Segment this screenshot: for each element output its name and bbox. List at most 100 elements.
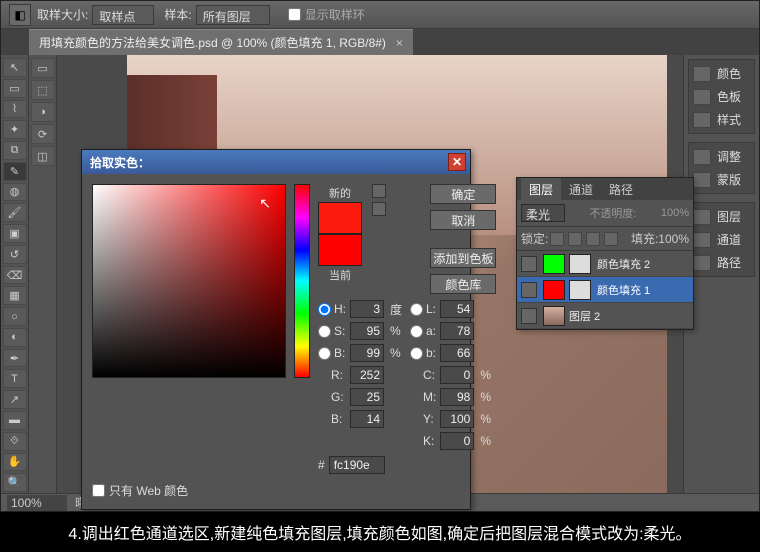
dodge-tool[interactable]: ◐ — [3, 328, 27, 347]
show-ring-checkbox[interactable]: 显示取样环 — [288, 6, 365, 23]
layer-mask-thumb[interactable] — [569, 254, 591, 274]
marquee-tool[interactable]: ▭ — [3, 79, 27, 98]
layer-name: 颜色填充 2 — [597, 256, 650, 272]
y-input[interactable] — [440, 410, 474, 428]
palette-icon — [693, 66, 711, 82]
layer-row[interactable]: 图层 2 — [517, 303, 693, 329]
layer-thumb[interactable] — [543, 254, 565, 274]
color-field[interactable]: ↖ — [92, 184, 286, 378]
s-input[interactable] — [350, 322, 384, 340]
stamp-tool[interactable]: ▣ — [3, 224, 27, 243]
shape-tool[interactable]: ▬ — [3, 411, 27, 430]
close-icon[interactable]: × — [396, 36, 403, 50]
h-input[interactable] — [350, 300, 384, 318]
tool-b2[interactable]: ⬚ — [31, 80, 55, 100]
bb-input[interactable] — [350, 410, 384, 428]
add-swatch-button[interactable]: 添加到色板 — [430, 248, 496, 268]
b2-radio[interactable]: b: — [410, 346, 436, 360]
panel-masks[interactable]: 蒙版 — [691, 168, 752, 191]
k-input[interactable] — [440, 432, 474, 450]
document-tab[interactable]: 用填充颜色的方法给美女调色.psd @ 100% (颜色填充 1, RGB/8#… — [29, 29, 413, 55]
visibility-icon[interactable] — [521, 282, 537, 298]
close-button[interactable]: ✕ — [448, 153, 466, 171]
cancel-button[interactable]: 取消 — [430, 210, 496, 230]
sample-size-select[interactable]: 取样点 — [92, 5, 154, 25]
ok-button[interactable]: 确定 — [430, 184, 496, 204]
path-tool[interactable]: ↗ — [3, 390, 27, 409]
lasso-tool[interactable]: ⌇ — [3, 100, 27, 119]
panel-color[interactable]: 颜色 — [691, 62, 752, 85]
gamut-warning-icon[interactable] — [372, 184, 386, 198]
lock-trans-icon[interactable] — [550, 232, 564, 246]
l-radio[interactable]: L: — [410, 302, 436, 316]
lock-all-icon[interactable] — [604, 232, 618, 246]
tool-b5[interactable]: ◫ — [31, 146, 55, 166]
layer-thumb[interactable] — [543, 306, 565, 326]
tab-channels[interactable]: 通道 — [561, 178, 601, 201]
panel-swatches[interactable]: 色板 — [691, 85, 752, 108]
hand-tool[interactable]: ✋ — [3, 453, 27, 472]
color-lib-button[interactable]: 颜色库 — [430, 274, 496, 294]
opacity-value[interactable]: 100% — [661, 207, 689, 219]
wand-tool[interactable]: ✦ — [3, 120, 27, 139]
eraser-tool[interactable]: ⌫ — [3, 266, 27, 285]
s-radio[interactable]: S: — [318, 324, 346, 338]
panel-styles[interactable]: 样式 — [691, 108, 752, 131]
layer-mask-thumb[interactable] — [569, 280, 591, 300]
fill-value[interactable]: 100% — [658, 232, 689, 246]
panel-layers[interactable]: 图层 — [691, 205, 752, 228]
websafe-warning-icon[interactable] — [372, 202, 386, 216]
r-input[interactable] — [350, 366, 384, 384]
new-label: 新的 — [329, 185, 351, 201]
b2-input[interactable] — [440, 344, 474, 362]
move-tool[interactable]: ↖ — [3, 58, 27, 77]
tab-layers[interactable]: 图层 — [521, 178, 561, 201]
gradient-tool[interactable]: ▦ — [3, 286, 27, 305]
c-input[interactable] — [440, 366, 474, 384]
tool-preset-icon[interactable]: ◧ — [9, 4, 31, 26]
a-input[interactable] — [440, 322, 474, 340]
layer-row[interactable]: 颜色填充 1 — [517, 277, 693, 303]
h-radio[interactable]: H: — [318, 302, 346, 316]
lock-move-icon[interactable] — [586, 232, 600, 246]
a-radio[interactable]: a: — [410, 324, 436, 338]
c-label: C: — [410, 368, 436, 382]
layer-thumb[interactable] — [543, 280, 565, 300]
tool-b4[interactable]: ⟳ — [31, 124, 55, 144]
bv-radio[interactable]: B: — [318, 346, 346, 360]
brush-tool[interactable]: 🖌 — [3, 203, 27, 222]
type-tool[interactable]: T — [3, 369, 27, 388]
dialog-titlebar[interactable]: 拾取实色： ✕ — [82, 150, 470, 174]
visibility-icon[interactable] — [521, 256, 537, 272]
panel-adjustments[interactable]: 调整 — [691, 145, 752, 168]
lock-label: 锁定: — [521, 230, 548, 247]
web-only-checkbox[interactable]: 只有 Web 颜色 — [92, 482, 496, 499]
tab-paths[interactable]: 路径 — [601, 178, 641, 201]
tool-b3[interactable]: ◑ — [31, 102, 55, 122]
panel-channels[interactable]: 通道 — [691, 228, 752, 251]
hue-slider[interactable] — [294, 184, 310, 378]
g-input[interactable] — [350, 388, 384, 406]
m-input[interactable] — [440, 388, 474, 406]
bv-input[interactable] — [350, 344, 384, 362]
eyedropper-tool[interactable]: ✎ — [3, 162, 27, 181]
blend-mode-select[interactable]: 柔光 — [521, 204, 565, 222]
history-brush-tool[interactable]: ↺ — [3, 245, 27, 264]
lock-brush-icon[interactable] — [568, 232, 582, 246]
crop-tool[interactable]: ⧉ — [3, 141, 27, 160]
zoom-tool[interactable]: 🔍 — [3, 473, 27, 492]
layer-row[interactable]: 颜色填充 2 — [517, 251, 693, 277]
l-input[interactable] — [440, 300, 474, 318]
sample-select[interactable]: 所有图层 — [196, 5, 270, 25]
pen-tool[interactable]: ✒ — [3, 349, 27, 368]
blur-tool[interactable]: ○ — [3, 307, 27, 326]
zoom-level[interactable]: 100% — [7, 495, 67, 511]
toolbox-col2: ▭ ⬚ ◑ ⟳ ◫ — [29, 55, 57, 493]
panel-paths[interactable]: 路径 — [691, 251, 752, 274]
3d-tool[interactable]: ⟐ — [3, 432, 27, 451]
current-color-swatch[interactable] — [318, 234, 362, 266]
tool-b1[interactable]: ▭ — [31, 58, 55, 78]
hex-input[interactable] — [329, 456, 385, 474]
heal-tool[interactable]: ◍ — [3, 183, 27, 202]
visibility-icon[interactable] — [521, 308, 537, 324]
